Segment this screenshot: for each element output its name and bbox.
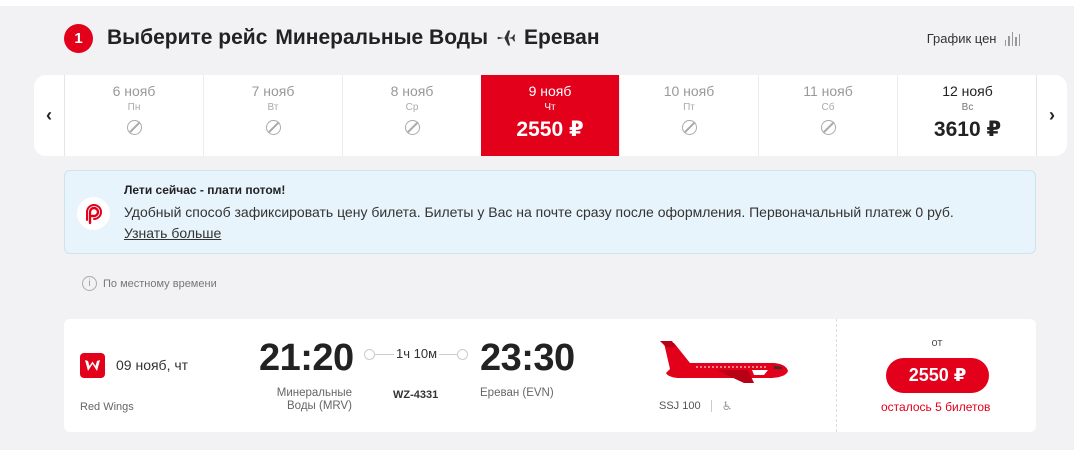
date-label: 9 нояб xyxy=(528,83,572,99)
date-label: 10 нояб xyxy=(663,83,715,99)
date-selector: ‹ 6 нояб Пн 7 нояб Вт 8 нояб Ср 9 нояб Ч… xyxy=(34,75,1067,156)
date-price: 3610 ₽ xyxy=(933,118,1002,141)
pay-later-banner: Лети сейчас - плати потом! Удобный спосо… xyxy=(64,170,1036,254)
weekday-label: Вс xyxy=(961,102,974,113)
top-strip xyxy=(0,0,1074,6)
date-option[interactable]: 8 нояб Ср xyxy=(343,75,482,156)
chevron-right-icon: › xyxy=(1049,105,1055,125)
weekday-label: Вт xyxy=(267,102,279,113)
card-divider xyxy=(836,319,837,432)
unavailable-icon xyxy=(681,120,697,135)
divider xyxy=(710,400,712,412)
price-chart-label: График цен xyxy=(926,31,997,46)
aircraft-model: SSJ 100 xyxy=(659,400,701,412)
flight-duration: 1ч 10м xyxy=(394,346,440,361)
date-label: 11 нояб xyxy=(803,83,853,99)
step-number-badge: 1 xyxy=(64,24,93,53)
date-option[interactable]: 11 нояб Сб xyxy=(759,75,898,156)
flight-card[interactable]: 09 нояб, чт Red Wings 21:20 Минеральные … xyxy=(64,319,1036,432)
date-label: 7 нояб xyxy=(251,83,295,99)
learn-more-link[interactable]: Узнать больше xyxy=(124,225,221,241)
weekday-label: Пн xyxy=(127,102,141,113)
select-price-button[interactable]: 2550 ₽ xyxy=(886,358,989,393)
title-prefix: Выберите рейс xyxy=(107,26,268,49)
weekday-label: Пт xyxy=(683,102,695,113)
date-option[interactable]: 12 нояб Вс 3610 ₽ xyxy=(898,75,1037,156)
prev-dates-button[interactable]: ‹ xyxy=(34,75,65,156)
weekday-label: Ср xyxy=(405,102,419,113)
bar-chart-icon xyxy=(1004,31,1020,46)
promo-title: Лети сейчас - плати потом! xyxy=(124,183,286,197)
date-option[interactable]: 10 нояб Пт xyxy=(620,75,759,156)
price-chart-link[interactable]: График цен xyxy=(927,31,1020,46)
plane-icon xyxy=(497,30,516,46)
date-label: 8 нояб xyxy=(390,83,434,99)
date-option-selected[interactable]: 9 нояб Чт 2550 ₽ xyxy=(481,75,620,156)
promo-text: Удобный способ зафиксировать цену билета… xyxy=(124,204,954,220)
unavailable-icon xyxy=(404,120,420,135)
info-icon: i xyxy=(82,276,97,291)
date-option[interactable]: 7 нояб Вт xyxy=(204,75,343,156)
next-dates-button[interactable]: › xyxy=(1036,75,1067,156)
step-header: 1 Выберите рейс Минеральные Воды Ереван … xyxy=(64,22,1034,56)
red-wings-logo-icon xyxy=(80,353,105,378)
date-label: 6 нояб xyxy=(112,83,156,99)
accessibility-icon: ♿ xyxy=(721,399,733,413)
price-from-label: от xyxy=(931,337,943,349)
flight-number: WZ-4331 xyxy=(393,389,439,401)
destination-city: Ереван xyxy=(524,26,600,49)
pay-later-logo-icon xyxy=(77,197,110,230)
airline-name: Red Wings xyxy=(80,401,134,413)
seats-left-label: осталось 5 билетов xyxy=(881,400,991,414)
unavailable-icon xyxy=(126,120,142,135)
flight-date: 09 нояб, чт xyxy=(116,357,189,373)
date-option[interactable]: 6 нояб Пн xyxy=(65,75,204,156)
weekday-label: Чт xyxy=(544,102,556,113)
local-time-label: По местному времени xyxy=(103,277,217,290)
origin-city: Минеральные Воды xyxy=(275,26,489,49)
unavailable-icon xyxy=(820,120,836,135)
arrival-city: Ереван (EVN) xyxy=(480,387,554,399)
aircraft-type: SSJ 100 ♿ xyxy=(659,399,732,413)
arrival-time: 23:30 xyxy=(480,337,575,379)
page-title: Выберите рейс Минеральные Воды Ереван xyxy=(107,26,600,50)
aircraft-image-icon xyxy=(660,341,788,383)
departure-city: Минеральные Воды (MRV) xyxy=(276,387,352,412)
date-price: 2550 ₽ xyxy=(516,118,584,141)
chevron-left-icon: ‹ xyxy=(46,105,52,125)
date-label: 12 нояб xyxy=(942,83,993,99)
local-time-note: i По местному времени xyxy=(82,276,217,291)
unavailable-icon xyxy=(265,120,281,135)
weekday-label: Сб xyxy=(821,102,835,113)
departure-time: 21:20 xyxy=(259,337,354,379)
